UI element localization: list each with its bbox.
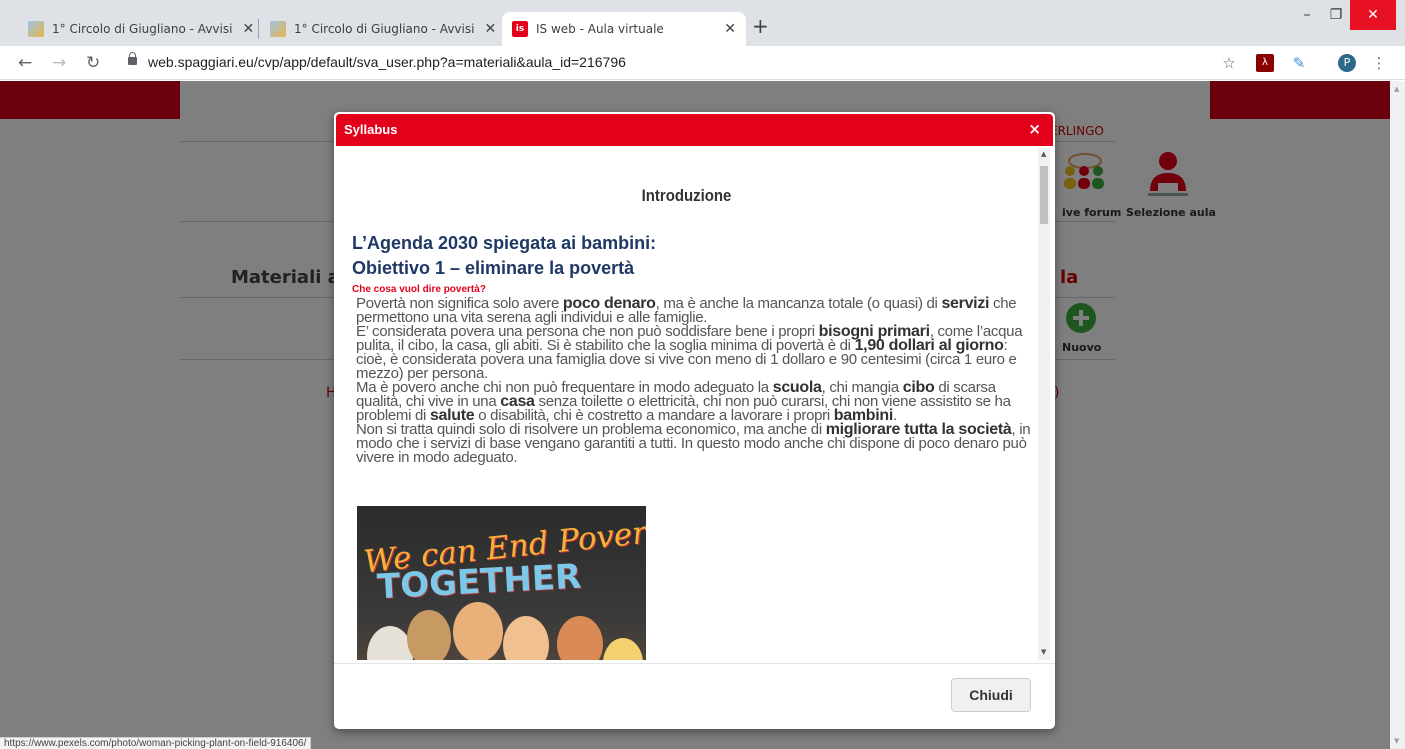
dialog-body[interactable]: Introduzione L’Agenda 2030 spiegata ai b… (334, 148, 1039, 660)
site-favicon-icon (28, 21, 44, 37)
pen-extension-icon[interactable]: ✎ (1290, 54, 1308, 72)
dialog-close-icon[interactable]: × (1028, 120, 1041, 138)
browser-menu-icon[interactable]: ⋮ (1370, 54, 1388, 72)
agenda-heading: L’Agenda 2030 spiegata ai bambini: (352, 233, 657, 253)
reload-icon[interactable]: ↻ (86, 52, 100, 74)
tab-close-icon[interactable]: ✕ (232, 21, 254, 37)
article-paragraph: Povertà non significa solo avere poco de… (356, 295, 1036, 326)
scroll-down-icon[interactable]: ▼ (1394, 737, 1399, 745)
profile-avatar[interactable]: P (1338, 54, 1356, 72)
new-tab-icon[interactable]: + (752, 16, 769, 36)
dialog-footer: Chiudi (334, 663, 1055, 729)
scroll-up-icon[interactable]: ▲ (1041, 150, 1046, 158)
question-subheading: Che cosa vuol dire povertà? (352, 284, 486, 295)
lock-icon[interactable] (128, 52, 137, 65)
article-text: Povertà non significa solo avere poco de… (356, 295, 1036, 466)
child-figure (453, 602, 503, 660)
link-status-url: https://www.pexels.com/photo/woman-picki… (0, 737, 312, 749)
intro-heading: Introduzione (641, 186, 732, 205)
tab-title: 1° Circolo di Giugliano - Avvisi (52, 22, 233, 36)
url-field[interactable]: web.spaggiari.eu/cvp/app/default/sva_use… (148, 54, 626, 70)
tab-title: 1° Circolo di Giugliano - Avvisi (294, 22, 475, 36)
tab-separator (258, 19, 259, 39)
restore-icon[interactable]: ❐ (1322, 0, 1350, 30)
browser-tab-strip: 1° Circolo di Giugliano - Avvisi ✕ 1° Ci… (0, 0, 1405, 46)
browser-tab[interactable]: 1° Circolo di Giugliano - Avvisi ✕ (260, 12, 500, 46)
child-figure (407, 610, 451, 660)
article-paragraph: Non si tratta quindi solo di risolvere u… (356, 422, 1036, 466)
syllabus-dialog: Syllabus × Introduzione L’Agenda 2030 sp… (334, 112, 1055, 729)
article-paragraph: Ma è povero anche chi non può frequentar… (356, 380, 1036, 424)
scroll-up-icon[interactable]: ▲ (1394, 85, 1399, 93)
window-close-icon[interactable]: ✕ (1350, 0, 1396, 30)
scroll-down-icon[interactable]: ▼ (1041, 648, 1046, 656)
browser-tab-active[interactable]: is IS web - Aula virtuale ✕ (502, 12, 746, 46)
highlighted-term: servizi (941, 295, 990, 312)
forward-arrow-icon[interactable]: → (52, 52, 66, 74)
browser-tab[interactable]: 1° Circolo di Giugliano - Avvisi ✕ (18, 12, 256, 46)
child-figure (367, 626, 413, 660)
close-dialog-button[interactable]: Chiudi (951, 678, 1031, 712)
bookmark-star-icon[interactable]: ☆ (1220, 54, 1238, 72)
goal-heading: Obiettivo 1 – eliminare la povertà (352, 258, 635, 278)
site-favicon-icon (270, 21, 286, 37)
address-toolbar: ← → ↻ web.spaggiari.eu/cvp/app/default/s… (0, 46, 1405, 80)
child-figure (603, 638, 643, 660)
minimize-icon[interactable]: – (1292, 0, 1322, 30)
tab-close-icon[interactable]: ✕ (714, 21, 736, 37)
dialog-header: Syllabus × (336, 114, 1053, 146)
dialog-scroll-thumb[interactable] (1040, 166, 1048, 224)
dialog-title: Syllabus (344, 122, 398, 137)
is-web-favicon-icon: is (512, 21, 528, 37)
dialog-scrollbar[interactable]: ▲ ▼ (1038, 148, 1050, 660)
poverty-poster-image[interactable]: We can End Poverty TOGETHER (357, 506, 646, 660)
page-scrollbar[interactable]: ▲ ▼ (1390, 81, 1405, 749)
tab-close-icon[interactable]: ✕ (474, 21, 496, 37)
page-viewport: SCUOLATTIVA Aula virtuale ? 65801023 Esc… (0, 81, 1405, 749)
tab-title: IS web - Aula virtuale (536, 22, 664, 36)
child-figure (503, 616, 549, 660)
pdf-extension-icon[interactable]: λ (1256, 54, 1274, 72)
back-arrow-icon[interactable]: ← (18, 52, 32, 74)
child-figure (557, 616, 603, 660)
article-paragraph: E’ considerata povera una persona che no… (356, 324, 1036, 382)
